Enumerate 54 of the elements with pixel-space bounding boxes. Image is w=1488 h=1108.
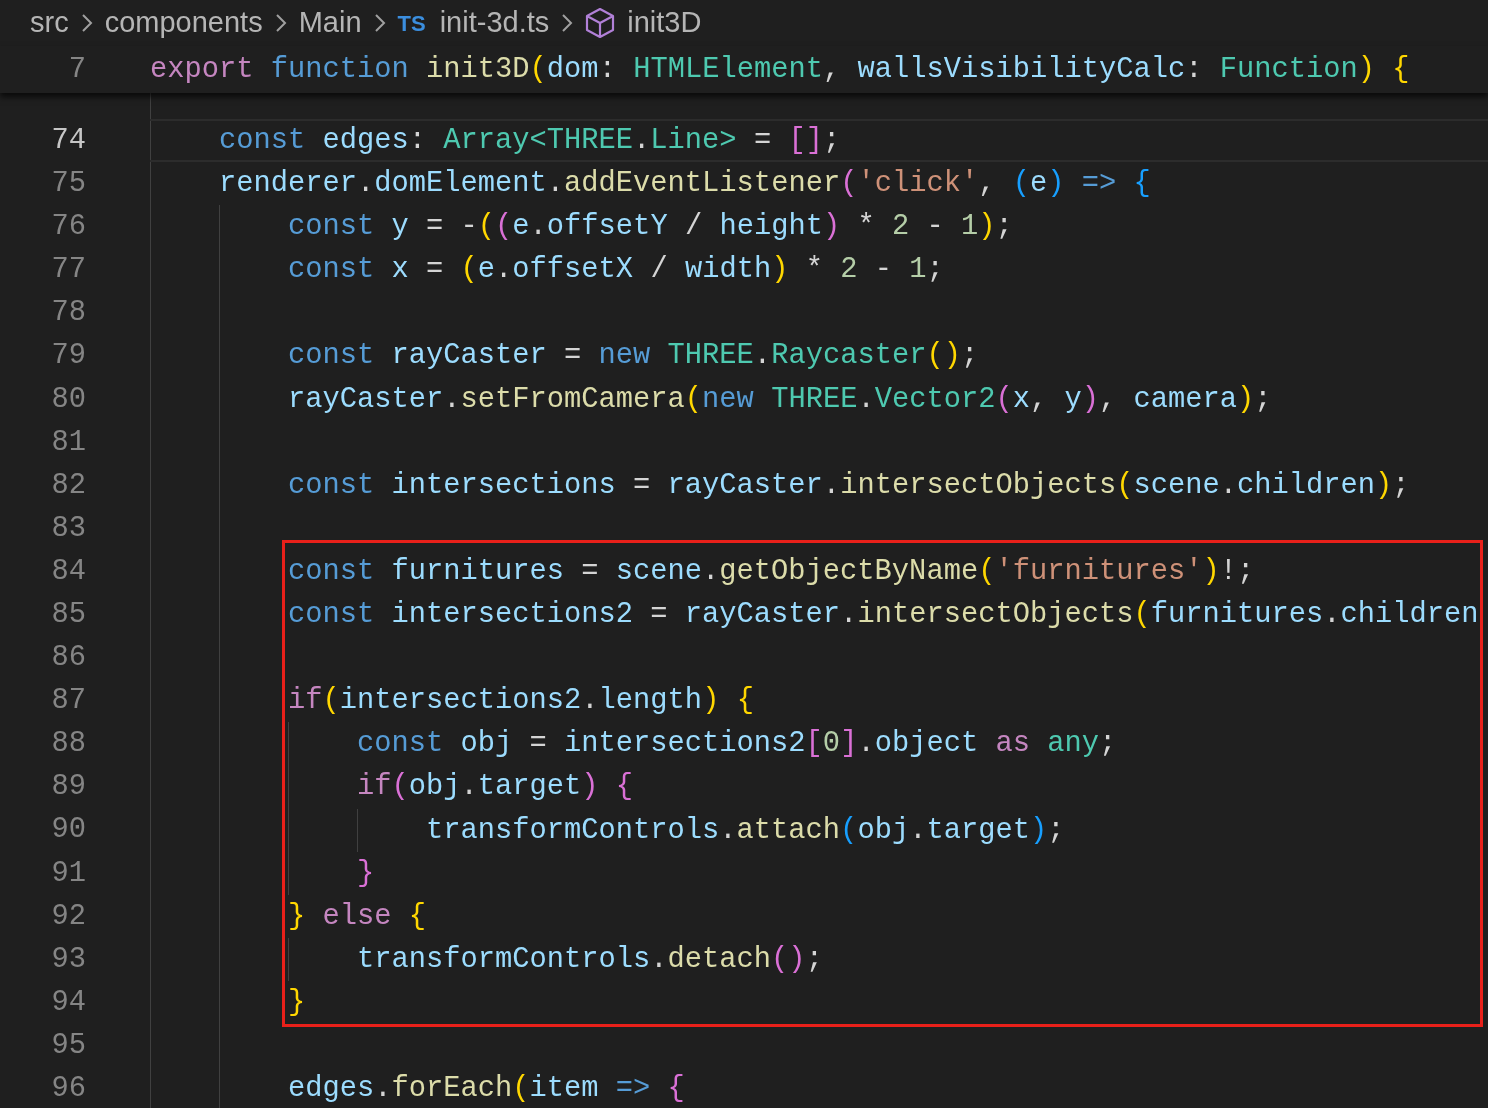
line-number: 87	[50, 683, 86, 720]
code-line: renderer.domElement.addEventListener('click', (e) => {	[219, 166, 1151, 203]
line-number: 78	[50, 295, 86, 332]
code-line: transformControls.attach(obj.target);	[426, 812, 1065, 849]
line-number: 93	[50, 941, 86, 978]
code-line: export function init3D(dom: HTMLElement, wallsVisibilityCalc: Function) {	[150, 51, 1410, 88]
typescript-file-icon: TS	[397, 6, 426, 40]
code-line: if(intersections2.length) {	[288, 683, 754, 720]
breadcrumb-item[interactable]: components	[104, 1, 263, 45]
line-number: 7	[67, 51, 86, 88]
line-number: 79	[50, 338, 86, 375]
line-number: 74	[50, 123, 86, 159]
breadcrumb-item[interactable]: init3D	[627, 1, 702, 45]
code-line: edges.forEach(item => {	[288, 1071, 685, 1108]
line-number: 76	[50, 209, 86, 246]
line-number: 82	[50, 467, 86, 504]
code-line: const y = -((e.offsetY / height) * 2 - 1);	[288, 209, 1013, 246]
code-line: rayCaster.setFromCamera(new THREE.Vector2(x, y), camera);	[288, 381, 1272, 418]
line-number: 94	[50, 984, 86, 1021]
chevron-right-icon	[561, 13, 574, 33]
line-number: 92	[50, 898, 86, 935]
chevron-right-icon	[80, 13, 93, 33]
code-line: }	[288, 984, 306, 1021]
line-number: 85	[50, 597, 86, 633]
line-number: 83	[50, 510, 86, 547]
line-number: 95	[50, 1027, 86, 1064]
line-number: 75	[50, 166, 86, 203]
line-number: 81	[50, 424, 86, 461]
code-line: }	[357, 855, 375, 892]
line-number: 80	[50, 381, 86, 418]
code-line: const furnitures = scene.getObjectByName('furnitures')!;	[288, 553, 1255, 590]
code-line: transformControls.detach();	[357, 941, 823, 978]
breadcrumb-item[interactable]: Main	[298, 1, 362, 45]
breadcrumb-item[interactable]: src	[30, 1, 69, 45]
code-line: const rayCaster = new THREE.Raycaster();	[288, 338, 979, 375]
code-line: const intersections = rayCaster.intersectObjects(scene.children);	[288, 467, 1410, 504]
code-line: } else {	[288, 898, 427, 935]
line-number: 91	[50, 855, 86, 892]
code-line: const x = (e.offsetX / width) * 2 - 1;	[288, 252, 944, 289]
cube-icon	[585, 7, 616, 39]
code-line: const edges: Array<THREE.Line> = [];	[219, 123, 841, 159]
line-number: 84	[50, 553, 86, 590]
line-number: 90	[50, 812, 86, 849]
chevron-right-icon	[373, 13, 386, 33]
code-line: const intersections2 = rayCaster.intersectObjects(furnitures.children	[288, 597, 1479, 634]
line-number: 96	[50, 1071, 86, 1108]
line-number: 89	[50, 769, 86, 806]
code-line: const obj = intersections2[0].object as any;	[357, 726, 1117, 763]
line-number: 88	[50, 726, 86, 763]
line-number: 77	[50, 252, 86, 289]
breadcrumb-item[interactable]: init-3d.ts	[439, 1, 550, 45]
code-line: if(obj.target) {	[357, 769, 634, 806]
chevron-right-icon	[274, 13, 287, 33]
line-number: 86	[50, 640, 86, 677]
